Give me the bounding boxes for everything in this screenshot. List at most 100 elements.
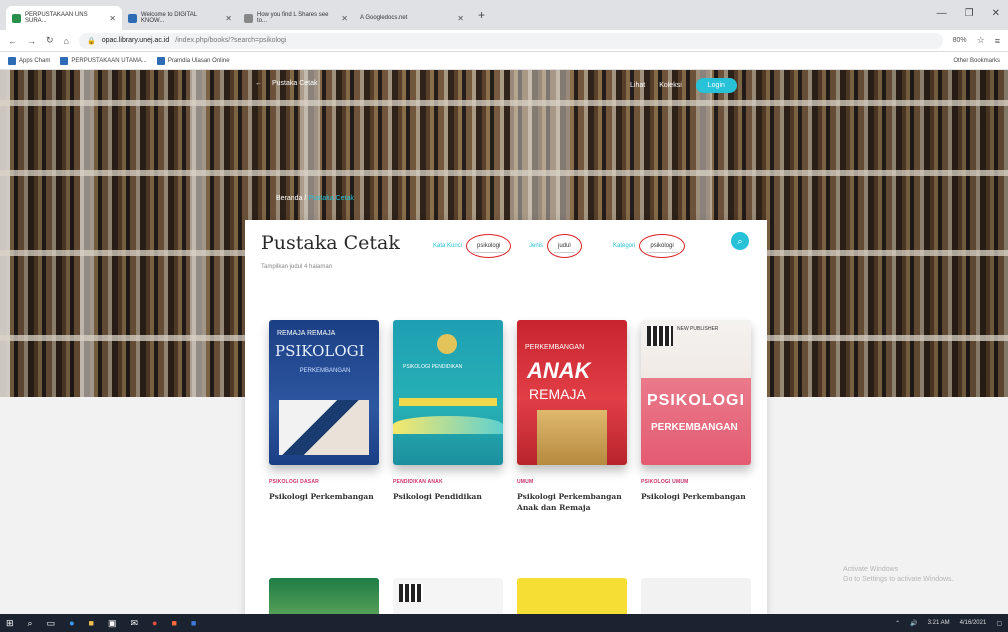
bookmark-item[interactable]: PERPUSTAKAAN UTAMA...	[60, 56, 147, 65]
page-title: Pustaka Cetak	[261, 232, 400, 254]
bookmark-item[interactable]: Pramdia Ulasan Online	[156, 56, 230, 65]
type-select[interactable]: judul	[554, 240, 575, 253]
cover-text: PSIKOLOGI	[275, 342, 365, 360]
book-cover[interactable]: NEW PUBLISHER PSIKOLOGI PERKEMBANGAN	[641, 320, 751, 465]
book-title[interactable]: Psikologi Perkembangan	[641, 491, 751, 502]
back-icon[interactable]: ←	[8, 36, 17, 46]
bookmarks-bar: Apps Cham PERPUSTAKAAN UTAMA... Pramdia …	[0, 52, 1008, 70]
breadcrumb-current: Pustaka Cetak	[308, 195, 354, 202]
close-tab-icon[interactable]: ✕	[457, 14, 464, 23]
shelf-column	[80, 70, 94, 397]
bookmark-item[interactable]: Apps Cham	[8, 56, 50, 65]
breadcrumb-home[interactable]: Beranda	[276, 195, 302, 202]
cover-illustration	[279, 400, 369, 455]
lock-icon: 🔒	[86, 37, 96, 45]
star-icon[interactable]: ☆	[977, 35, 985, 46]
reload-icon[interactable]: ↻	[46, 35, 54, 46]
book-card[interactable]: PSIKOLOGI PENDIDIKAN PENDIDIKAN ANAK Psi…	[393, 320, 503, 513]
url-path: /index.php/books/?search=psikologi	[175, 37, 287, 44]
cover-stripe	[399, 398, 497, 406]
favicon-icon	[12, 13, 21, 23]
volume-icon[interactable]: 🔊	[910, 620, 917, 627]
category-select[interactable]: psikologi	[646, 240, 678, 253]
login-button[interactable]: Login	[695, 78, 737, 93]
task-view-icon[interactable]: ▭	[47, 618, 56, 629]
window-controls: — ❐ ✕	[937, 8, 1000, 19]
app-icon[interactable]: ■	[171, 618, 176, 628]
activate-windows-watermark: Activate Windows Go to Settings to activ…	[843, 566, 954, 583]
url-host: opac.library.unej.ac.id	[101, 37, 170, 44]
cover-wave	[393, 416, 503, 434]
book-category[interactable]: UMUM	[517, 479, 627, 485]
bookmark-icon	[156, 56, 165, 65]
close-tab-icon[interactable]: ✕	[109, 14, 116, 23]
nav-link-lihat[interactable]: Lihat	[630, 82, 645, 89]
tab-label: A Googledocs.net	[360, 15, 408, 21]
catalog-card: Pustaka Cetak Tampilkan judul 4 halaman …	[245, 220, 767, 615]
tab-googledocs[interactable]: A Googledocs.net ✕	[354, 6, 470, 30]
close-tab-icon[interactable]: ✕	[341, 14, 348, 23]
cover-text: PERKEMBANGAN	[651, 422, 738, 433]
bookmark-icon	[60, 56, 69, 65]
search-icon[interactable]: ⌕	[28, 618, 33, 629]
edge-icon[interactable]: ●	[69, 618, 74, 628]
hero-nav-right: Lihat Koleksi Login	[630, 78, 737, 93]
notification-icon[interactable]: ▢	[996, 620, 1002, 627]
book-title[interactable]: Psikologi Pendidikan	[393, 491, 503, 502]
mail-icon[interactable]: ✉	[131, 618, 139, 629]
file-explorer-icon[interactable]: ■	[89, 618, 94, 628]
annotation-circle: psikologi	[466, 234, 512, 258]
book-cover[interactable]: REMAJA REMAJA PSIKOLOGI PERKEMBANGAN	[269, 320, 379, 465]
other-bookmarks[interactable]: Other Bookmarks	[953, 58, 1000, 64]
book-title[interactable]: Psikologi Perkembangan Anak dan Remaja	[517, 491, 627, 513]
chrome-icon[interactable]: ●	[152, 618, 157, 628]
book-cover[interactable]	[641, 578, 751, 615]
book-card[interactable]: PERKEMBANGAN ANAK REMAJA UMUM Psikologi …	[517, 320, 627, 513]
network-icon[interactable]: ⌃	[895, 620, 900, 627]
tab-perpustakaan[interactable]: PERPUSTAKAAN UNS SURA... ✕	[6, 6, 122, 30]
windows-start-icon[interactable]: ⊞	[6, 618, 14, 629]
filter-category: Kategori psikologi	[613, 234, 685, 258]
browser-tab-bar: PERPUSTAKAAN UNS SURA... ✕ Welcome to DI…	[0, 0, 1008, 30]
word-icon[interactable]: ■	[191, 618, 196, 628]
close-window-icon[interactable]: ✕	[992, 8, 1000, 19]
menu-icon[interactable]: ≡	[995, 36, 1000, 46]
search-icon: ⌕	[737, 235, 743, 246]
cover-text: PSIKOLOGI	[647, 392, 745, 409]
search-button[interactable]: ⌕	[731, 232, 749, 250]
tab-digital-know[interactable]: Welcome to DIGITAL KNOW... ✕	[122, 6, 238, 30]
nav-link-koleksi[interactable]: Koleksi	[659, 82, 682, 89]
shelf-band	[0, 100, 1008, 106]
hero-back-nav[interactable]: ← Pustaka Cetak	[255, 80, 318, 87]
new-tab-button[interactable]: +	[478, 8, 485, 22]
home-icon[interactable]: ⌂	[64, 36, 69, 46]
minimize-icon[interactable]: —	[937, 8, 947, 19]
keyword-field[interactable]: psikologi	[473, 240, 505, 253]
forward-icon[interactable]: →	[27, 36, 36, 46]
cover-text: ANAK	[527, 358, 591, 383]
book-category[interactable]: PENDIDIKAN ANAK	[393, 479, 503, 485]
book-category[interactable]: PSIKOLOGI UMUM	[641, 479, 751, 485]
tray-date[interactable]: 4/16/2021	[960, 620, 987, 626]
zoom-level[interactable]: 80%	[953, 37, 967, 44]
book-card[interactable]: NEW PUBLISHER PSIKOLOGI PERKEMBANGAN PSI…	[641, 320, 751, 513]
book-cover[interactable]	[517, 578, 627, 615]
book-title[interactable]: Psikologi Perkembangan	[269, 491, 379, 502]
book-category[interactable]: PSIKOLOGI DASAR	[269, 479, 379, 485]
book-cover[interactable]	[393, 578, 503, 615]
store-icon[interactable]: ▣	[108, 618, 117, 629]
maximize-icon[interactable]: ❐	[965, 8, 974, 19]
page-content: ← Pustaka Cetak Lihat Koleksi Login Bera…	[0, 70, 1008, 615]
book-cover[interactable]: PERKEMBANGAN ANAK REMAJA	[517, 320, 627, 465]
tab-shares[interactable]: How you find L Shares see to... ✕	[238, 6, 354, 30]
book-cover[interactable]	[269, 578, 379, 615]
url-input[interactable]: 🔒 opac.library.unej.ac.id /index.php/boo…	[78, 32, 943, 49]
book-card[interactable]: REMAJA REMAJA PSIKOLOGI PERKEMBANGAN PSI…	[269, 320, 379, 513]
annotation-circle: judul	[547, 234, 582, 258]
tray-time[interactable]: 3:21 AM	[928, 620, 950, 626]
shelf-column	[0, 70, 10, 397]
close-tab-icon[interactable]: ✕	[225, 14, 232, 23]
address-bar: ← → ↻ ⌂ 🔒 opac.library.unej.ac.id /index…	[0, 30, 1008, 52]
book-cover[interactable]: PSIKOLOGI PENDIDIKAN	[393, 320, 503, 465]
book-grid: REMAJA REMAJA PSIKOLOGI PERKEMBANGAN PSI…	[269, 320, 751, 513]
